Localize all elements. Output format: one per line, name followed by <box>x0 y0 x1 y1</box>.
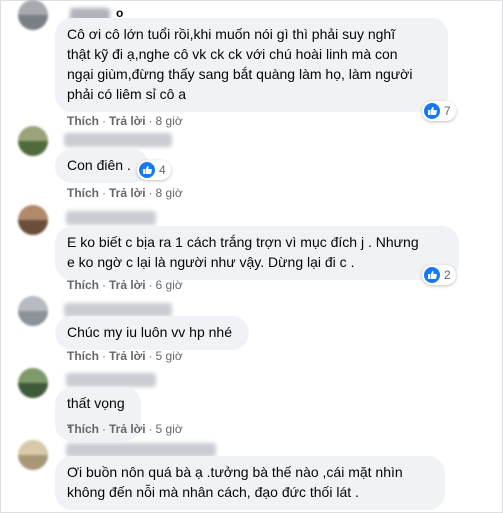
like-button[interactable]: Thích <box>67 422 99 436</box>
comment-timestamp[interactable]: 8 giờ <box>156 114 183 128</box>
avatar[interactable] <box>18 205 48 235</box>
blurred-author-name[interactable] <box>66 211 156 225</box>
comment-bubble: Cô ơi cô lớn tuổi rồi,khi muốn nói gì th… <box>55 18 448 112</box>
reply-button[interactable]: Trả lời <box>109 349 146 363</box>
comment-text: Chúc my iu luôn vv hp nhé <box>67 324 232 340</box>
comment-text: Cô ơi cô lớn tuổi rồi,khi muốn nói gì th… <box>67 26 413 102</box>
comment-timestamp[interactable]: 8 giờ <box>156 186 183 200</box>
reply-button[interactable]: Trả lời <box>109 278 146 292</box>
like-button[interactable]: Thích <box>67 278 99 292</box>
blurred-author-name[interactable] <box>66 373 156 387</box>
like-button[interactable]: Thích <box>67 186 99 200</box>
reply-button[interactable]: Trả lời <box>109 186 146 200</box>
comment-actions: Thích · Trả lời · 8 giờ <box>67 114 183 128</box>
reply-button[interactable]: Trả lời <box>109 422 146 436</box>
avatar[interactable] <box>18 368 48 398</box>
reaction-count-value: 4 <box>159 163 166 177</box>
comment-text: Con điên . <box>67 157 131 173</box>
comment-text: E ko biết c bịa ra 1 cách trắng trợn vì … <box>67 234 419 270</box>
avatar[interactable] <box>18 296 48 326</box>
like-button[interactable]: Thích <box>67 349 99 363</box>
reaction-count-value: 7 <box>444 104 451 118</box>
avatar[interactable] <box>18 126 48 156</box>
comment-timestamp[interactable]: 5 giờ <box>156 422 183 436</box>
like-reaction-icon <box>424 267 440 283</box>
comment-text: Ơi buồn nôn quá bà ạ .tưởng bà thế nào ,… <box>67 464 403 500</box>
blurred-author-name[interactable] <box>64 303 172 317</box>
reaction-count[interactable]: 4 <box>137 160 171 180</box>
comment-actions: Thích · Trả lời · 6 giờ <box>67 278 183 292</box>
reaction-count[interactable]: 2 <box>422 265 456 285</box>
comment-bubble: E ko biết c bịa ra 1 cách trắng trợn vì … <box>55 226 459 280</box>
reaction-count-value: 2 <box>444 268 451 282</box>
like-reaction-icon <box>424 103 440 119</box>
comment-bubble: Con điên . <box>55 149 149 183</box>
comment-actions: Thích · Trả lời · 5 giờ <box>67 422 183 436</box>
reply-button[interactable]: Trả lời <box>109 114 146 128</box>
like-button[interactable]: Thích <box>67 114 99 128</box>
comment-timestamp[interactable]: 6 giờ <box>156 278 183 292</box>
reaction-count[interactable]: 7 <box>422 101 456 121</box>
avatar[interactable] <box>18 440 48 470</box>
blurred-author-name[interactable] <box>64 133 172 147</box>
blurred-author-name[interactable] <box>66 443 216 457</box>
comment-bubble: Chúc my iu luôn vv hp nhé <box>55 316 249 350</box>
comment-timestamp[interactable]: 5 giờ <box>156 349 183 363</box>
avatar[interactable] <box>18 0 48 30</box>
comment-actions: Thích · Trả lời · 8 giờ <box>67 186 183 200</box>
comment-bubble: Ơi buồn nôn quá bà ạ .tưởng bà thế nào ,… <box>55 456 445 510</box>
comment-actions: Thích · Trả lời · 5 giờ <box>67 349 183 363</box>
like-reaction-icon <box>139 162 155 178</box>
